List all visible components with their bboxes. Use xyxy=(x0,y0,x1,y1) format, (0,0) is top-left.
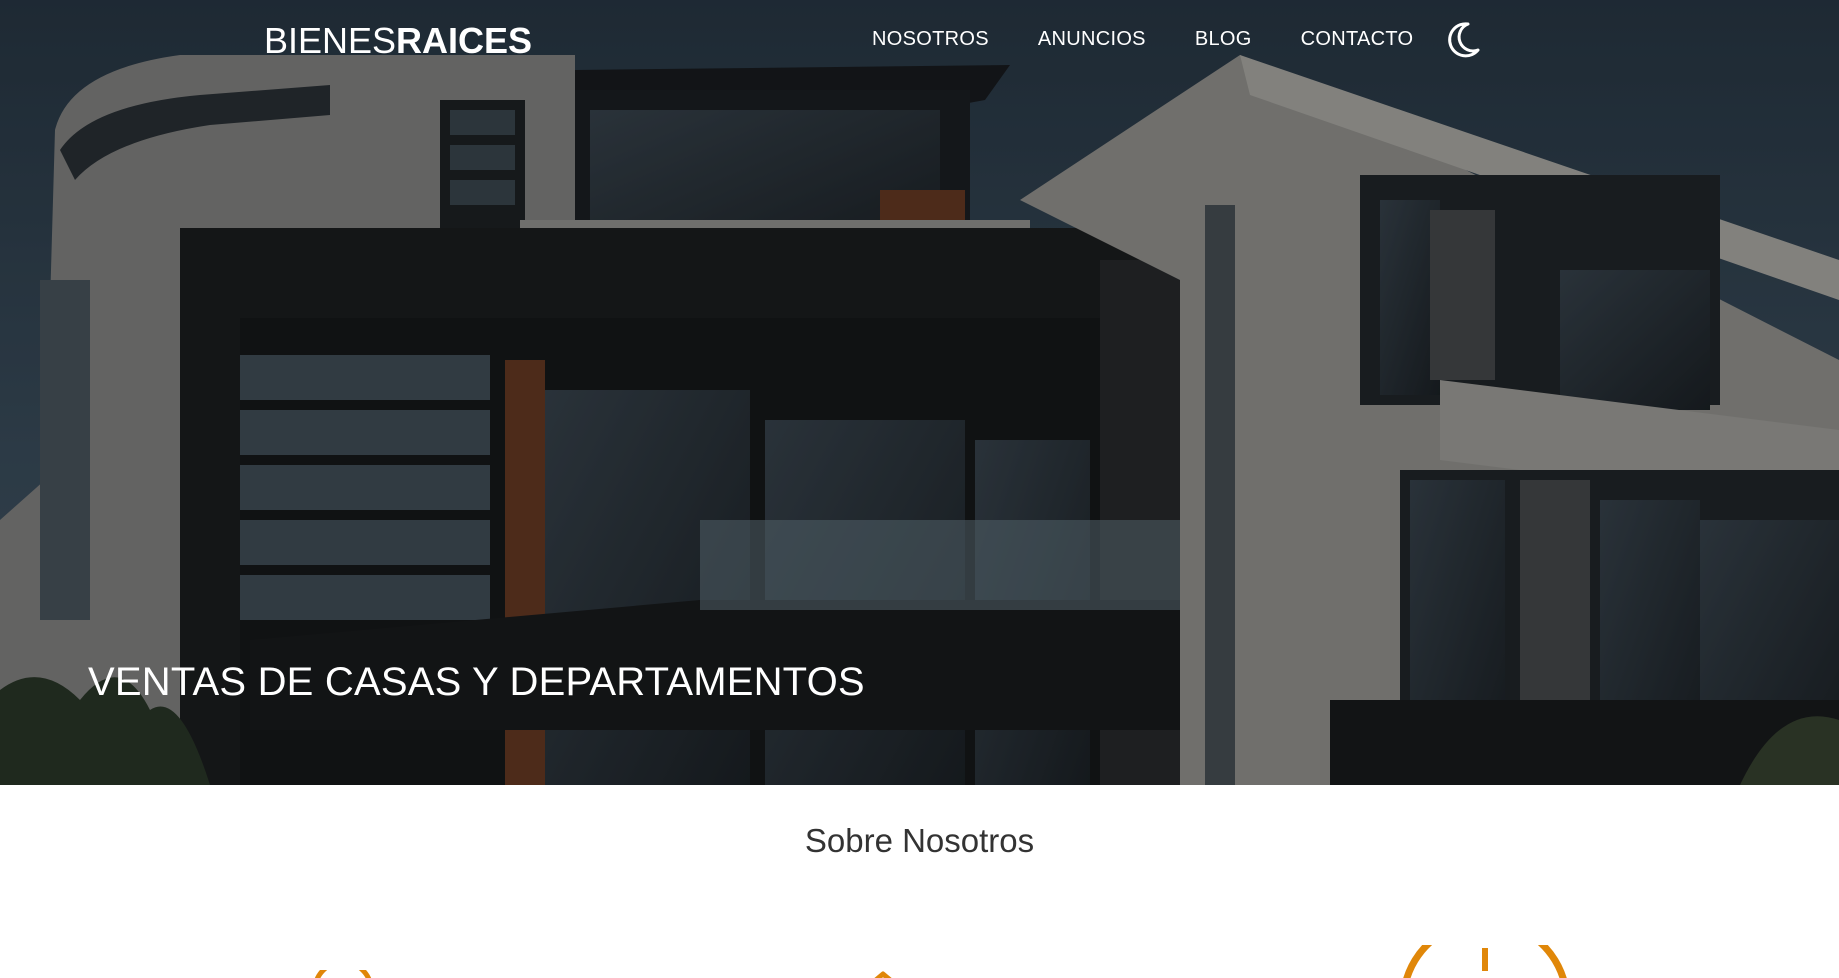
about-section-title: Sobre Nosotros xyxy=(804,822,1035,859)
logo-light-text: BIENES xyxy=(264,20,397,61)
hero-title: VENTAS DE CASAS Y DEPARTAMENTOS xyxy=(88,660,865,704)
hero-section: BIENESRAICES NOSOTROS ANUNCIOS BLOG CONT… xyxy=(0,0,1839,785)
main-nav: NOSOTROS ANUNCIOS BLOG CONTACTO xyxy=(872,28,1462,51)
site-header: BIENESRAICES NOSOTROS ANUNCIOS BLOG CONT… xyxy=(0,0,1839,84)
about-icons-row xyxy=(0,930,1839,978)
nav-link-blog[interactable]: BLOG xyxy=(1195,28,1252,51)
security-icon xyxy=(315,970,371,978)
nav-link-contacto[interactable]: CONTACTO xyxy=(1301,28,1414,51)
moon-icon[interactable] xyxy=(1444,20,1482,60)
site-logo[interactable]: BIENESRAICES xyxy=(264,20,532,62)
nav-link-nosotros[interactable]: NOSOTROS xyxy=(872,28,989,51)
price-icon xyxy=(874,971,892,978)
logo-bold-text: RAICES xyxy=(396,20,533,61)
time-icon xyxy=(1403,945,1567,978)
nav-link-anuncios[interactable]: ANUNCIOS xyxy=(1038,28,1146,51)
